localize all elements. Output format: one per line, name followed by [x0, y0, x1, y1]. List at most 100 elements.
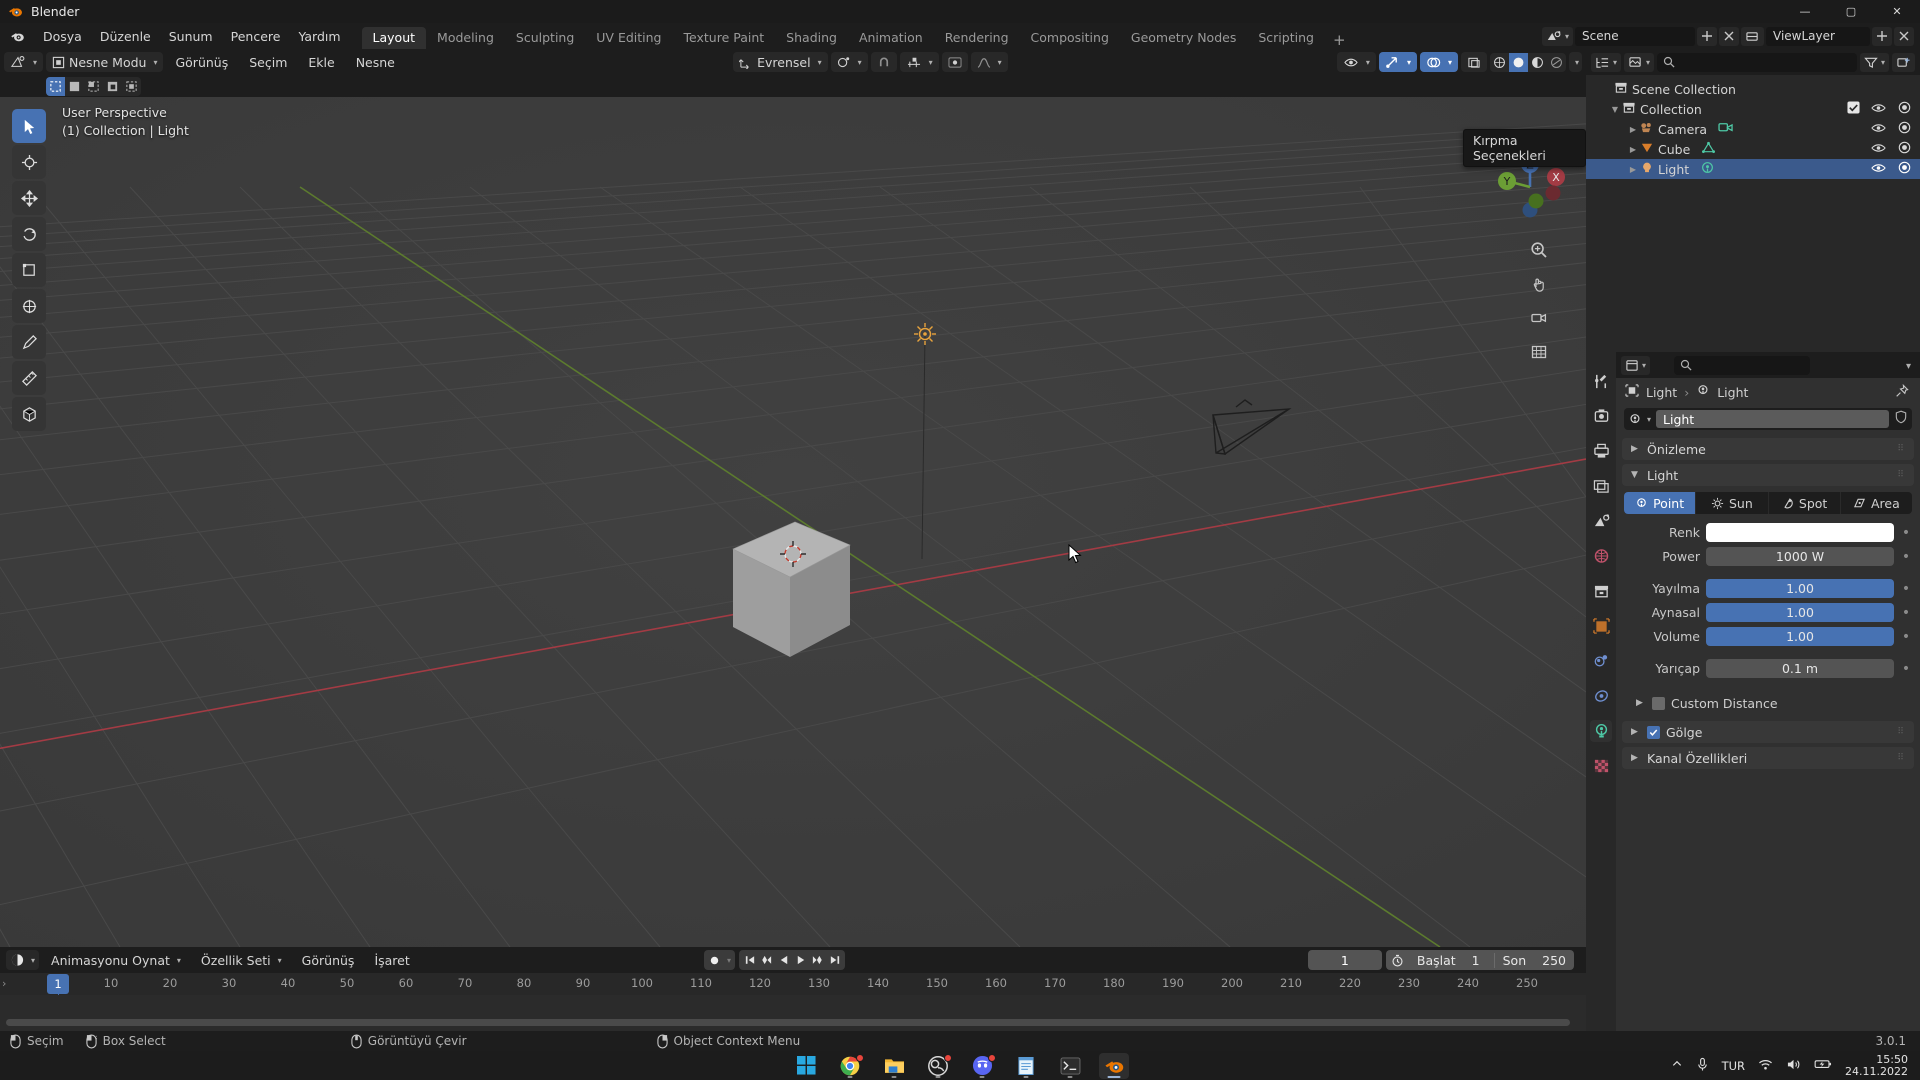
menu-yardim[interactable]: Yardım — [289, 23, 349, 49]
current-frame-field[interactable]: 1 — [1307, 950, 1382, 970]
shading-rendered[interactable] — [1547, 53, 1566, 72]
shadow-checkbox[interactable] — [1647, 725, 1660, 739]
use-preview-range-icon[interactable] — [1386, 954, 1409, 967]
tab-compositing[interactable]: Compositing — [1020, 27, 1120, 49]
animate-property-dot[interactable]: • — [1900, 606, 1912, 620]
timeline-menu-view[interactable]: Görünüş — [294, 950, 363, 970]
menu-duzenle[interactable]: Düzenle — [91, 23, 160, 49]
disclosure-triangle[interactable]: ▼ — [1608, 105, 1622, 114]
snap-settings-dropdown[interactable]: ▾ — [899, 52, 939, 72]
properties-options-dropdown[interactable]: ▾ — [1903, 358, 1915, 373]
viewport-menu-ekle[interactable]: Ekle — [299, 52, 343, 72]
add-workspace-button[interactable]: + — [1325, 31, 1354, 49]
tab-object-data-light-icon[interactable] — [1590, 720, 1612, 742]
select-mode-invert[interactable] — [103, 77, 122, 96]
proportional-falloff-dropdown[interactable]: ▾ — [970, 52, 1008, 72]
tab-tool-icon[interactable] — [1590, 370, 1612, 392]
tool-rotate[interactable] — [12, 217, 46, 251]
snap-magnet-toggle[interactable] — [870, 52, 897, 72]
hide-in-viewport-icon[interactable] — [1871, 122, 1886, 137]
subpanel-custom-distance[interactable]: ▶ Custom Distance — [1616, 692, 1920, 714]
viewport-canvas[interactable] — [0, 97, 1586, 947]
tab-modifiers-icon[interactable] — [1590, 650, 1612, 672]
viewlayer-name-field[interactable]: ViewLayer — [1766, 26, 1870, 46]
tab-output-icon[interactable] — [1590, 440, 1612, 462]
light-radius-field[interactable]: 0.1 m — [1706, 659, 1894, 678]
tool-cursor[interactable] — [12, 145, 46, 179]
timeline-editor[interactable]: ▾ Animasyonu Oynat ▾ Özellik Seti ▾ Görü… — [0, 947, 1586, 1031]
tool-add-cube[interactable] — [12, 397, 46, 431]
gizmo-toggle[interactable]: ▾ — [1378, 52, 1417, 72]
animate-property-dot[interactable]: • — [1900, 630, 1912, 644]
tab-texture-icon[interactable] — [1590, 755, 1612, 777]
discord-icon[interactable] — [967, 1053, 997, 1079]
shading-wireframe[interactable] — [1490, 53, 1509, 72]
unlink-scene-icon[interactable] — [1719, 26, 1739, 46]
toggle-ortho-icon[interactable] — [1528, 341, 1550, 363]
menu-dosya[interactable]: Dosya — [34, 23, 91, 49]
tool-transform[interactable] — [12, 289, 46, 323]
scene-browse-icon[interactable]: ▾ — [1541, 26, 1573, 46]
animate-property-dot[interactable]: • — [1900, 526, 1912, 540]
minimize-button[interactable]: — — [1782, 0, 1828, 23]
tab-uv-editing[interactable]: UV Editing — [585, 27, 672, 49]
hide-in-viewport-icon[interactable] — [1871, 162, 1886, 177]
disable-in-render-icon[interactable] — [1897, 161, 1912, 177]
browse-light-data-icon[interactable]: ▾ — [1628, 413, 1651, 426]
outliner-search-input[interactable] — [1657, 52, 1857, 72]
tab-modeling[interactable]: Modeling — [426, 27, 505, 49]
animate-property-dot[interactable]: • — [1900, 662, 1912, 676]
select-mode-extend[interactable] — [65, 77, 84, 96]
tool-move[interactable] — [12, 181, 46, 215]
chevron-up-icon[interactable] — [1671, 1058, 1683, 1073]
disclosure-triangle[interactable]: ▶ — [1626, 145, 1640, 154]
diffuse-factor-slider[interactable]: 1.00 — [1706, 579, 1894, 598]
pin-id-icon[interactable] — [1895, 383, 1909, 401]
timeline-channel-area[interactable] — [0, 995, 1586, 1031]
outliner-row-collection[interactable]: ▼ Collection — [1586, 99, 1920, 119]
new-scene-icon[interactable] — [1697, 26, 1717, 46]
tab-texture-paint[interactable]: Texture Paint — [673, 27, 776, 49]
tool-annotate[interactable] — [12, 325, 46, 359]
outliner-display-mode-icon[interactable]: ▾ — [1624, 52, 1655, 72]
timeline-playhead[interactable]: 1 — [47, 974, 69, 994]
tab-object-icon[interactable] — [1590, 615, 1612, 637]
menu-sunum[interactable]: Sunum — [160, 23, 222, 49]
new-viewlayer-icon[interactable] — [1872, 26, 1892, 46]
object-visibility-dropdown[interactable]: ▾ — [1336, 52, 1376, 72]
shading-material-preview[interactable] — [1528, 53, 1547, 72]
zoom-view-icon[interactable] — [1528, 239, 1550, 261]
topbar-blender-menu-icon[interactable] — [0, 23, 34, 49]
timeline-menu-marker[interactable]: İşaret — [366, 950, 417, 970]
play-reverse-button[interactable] — [775, 950, 792, 970]
shading-mode-segment[interactable] — [1489, 52, 1566, 72]
outliner-new-collection-icon[interactable] — [1892, 52, 1915, 72]
volume-factor-slider[interactable]: 1.00 — [1706, 627, 1894, 646]
outliner-row-light[interactable]: ▶ Light — [1586, 159, 1920, 179]
select-mode-intersect[interactable] — [122, 77, 141, 96]
tab-geometry-nodes[interactable]: Geometry Nodes — [1120, 27, 1247, 49]
jump-to-prev-keyframe-button[interactable] — [758, 950, 775, 970]
light-power-field[interactable]: 1000 W — [1706, 547, 1894, 566]
proportional-editing-toggle[interactable] — [941, 52, 968, 72]
viewport-menu-secim[interactable]: Seçim — [240, 52, 296, 72]
panel-light[interactable]: ▼ Light ⠿ — [1622, 464, 1914, 486]
disable-in-render-icon[interactable] — [1897, 101, 1912, 117]
maximize-button[interactable]: ▢ — [1828, 0, 1874, 23]
properties-editor-type-icon[interactable]: ▾ — [1621, 355, 1651, 375]
hide-in-viewport-icon[interactable] — [1871, 142, 1886, 157]
light-type-area[interactable]: Area — [1841, 492, 1912, 514]
tool-select-box[interactable] — [12, 109, 46, 143]
speaker-icon[interactable] — [1786, 1058, 1801, 1074]
select-mode-segment[interactable] — [46, 76, 141, 96]
tool-measure[interactable] — [12, 361, 46, 395]
select-mode-subtract[interactable] — [84, 77, 103, 96]
editor-type-selector[interactable]: ▾ — [4, 52, 44, 72]
tab-rendering[interactable]: Rendering — [934, 27, 1020, 49]
play-button[interactable] — [792, 950, 809, 970]
disclosure-triangle[interactable]: ▶ — [1626, 165, 1640, 174]
select-mode-new[interactable] — [46, 76, 65, 96]
specular-factor-slider[interactable]: 1.00 — [1706, 603, 1894, 622]
shading-solid[interactable] — [1508, 52, 1528, 72]
tab-world-icon[interactable] — [1590, 545, 1612, 567]
